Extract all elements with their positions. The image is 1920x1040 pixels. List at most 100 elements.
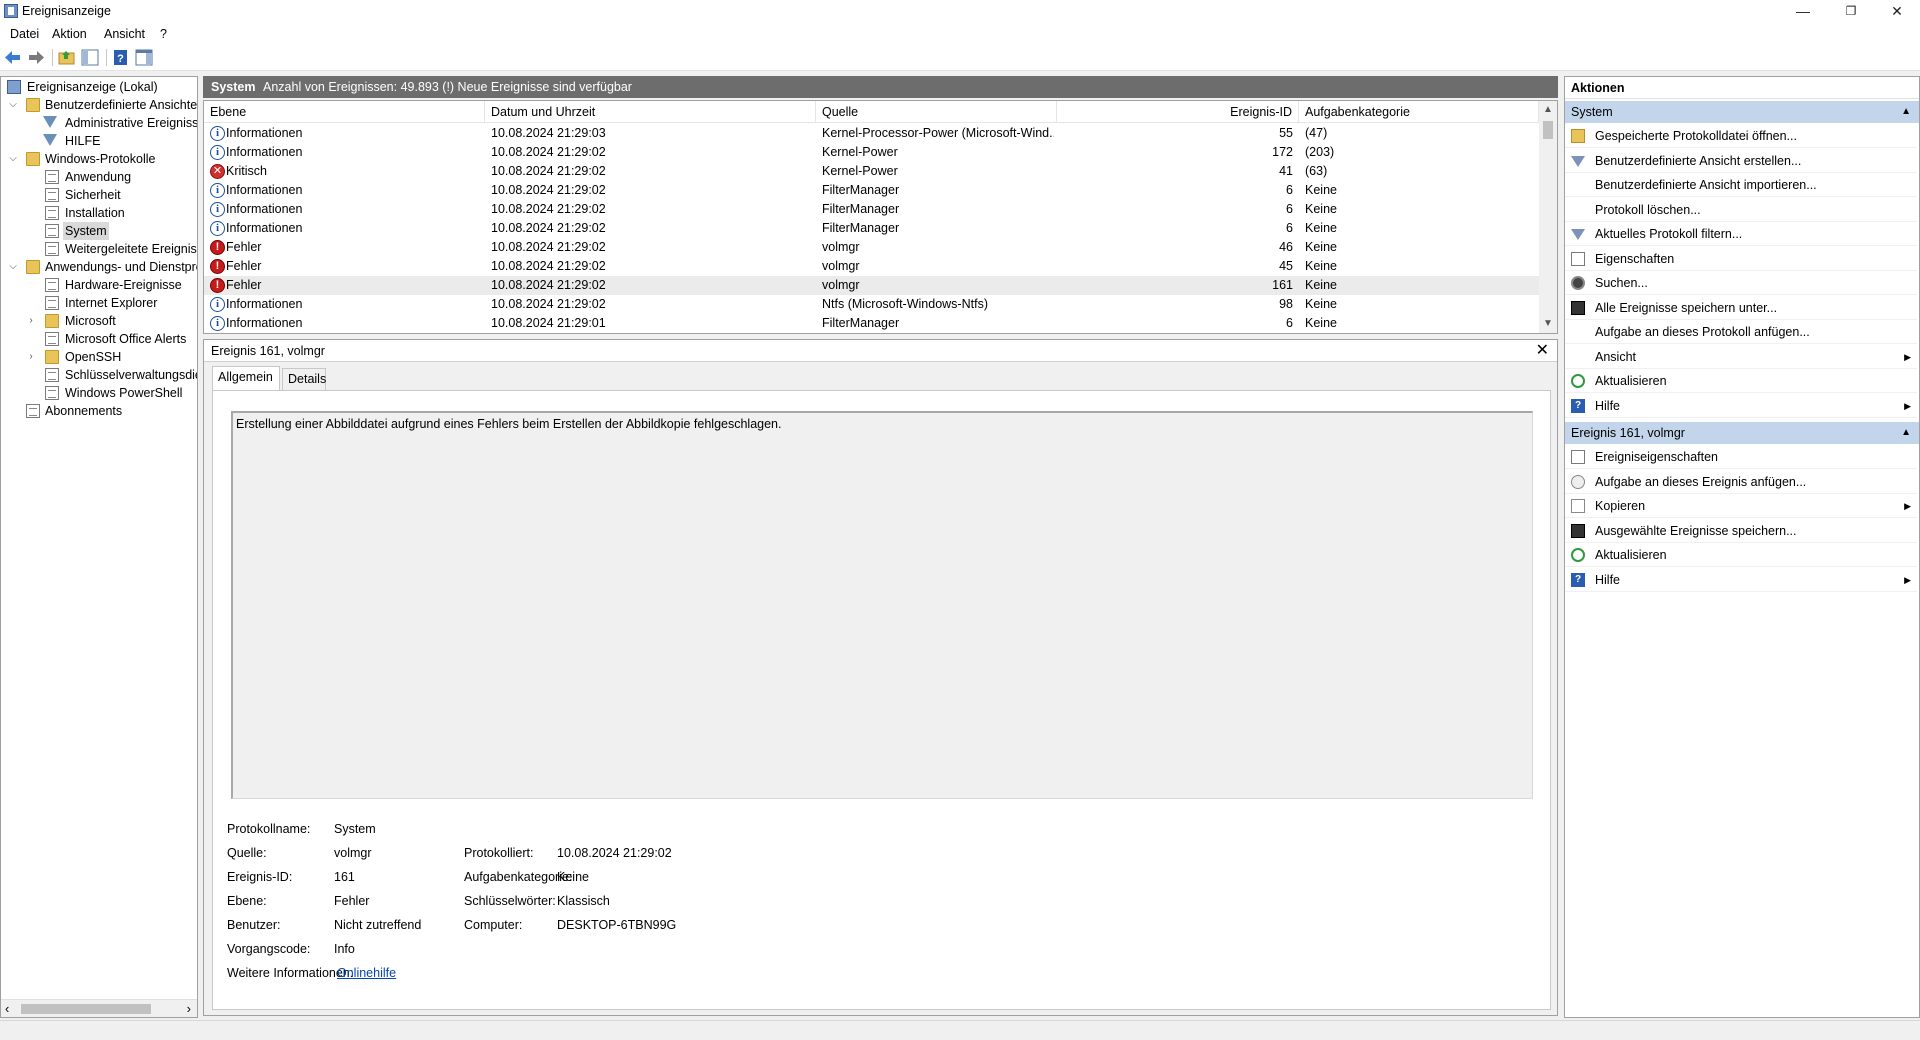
table-row[interactable]: i Informationen 10.08.2024 21:29:02 Ntfs (M… [204,295,1539,314]
action-item[interactable]: Alle Ereignisse speichern unter... [1565,296,1917,320]
action-item[interactable]: ? Hilfe ▶ [1565,568,1917,592]
table-row[interactable]: ✕ Kritisch 10.08.2024 21:29:02 Kernel-Power… [204,162,1539,181]
action-item[interactable]: Benutzerdefinierte Ansicht importieren..… [1565,173,1917,197]
properties-icon [1571,251,1585,266]
cell-date: 10.08.2024 21:29:02 [491,259,606,273]
menu-aktion[interactable]: Aktion [52,27,87,41]
table-row[interactable]: i Informationen 10.08.2024 21:29:02 FilterM… [204,181,1539,200]
tree-horizontal-scrollbar[interactable]: ‹ › [1,999,197,1017]
back-arrow-icon[interactable] [4,49,22,66]
action-item[interactable]: Benutzerdefinierte Ansicht erstellen... [1565,149,1917,173]
status-bar [0,1020,1920,1040]
expanded-chevron-icon[interactable]: ⌵ [7,96,19,114]
action-label: Aufgabe an dieses Protokoll anfügen... [1595,325,1810,339]
table-vertical-scrollbar[interactable]: ▲ ▼ [1539,101,1557,333]
action-item[interactable]: Ansicht ▶ [1565,345,1917,369]
tree-label: System [63,222,109,240]
cell-date: 10.08.2024 21:29:02 [491,145,606,159]
cell-level: Informationen [226,297,303,311]
actions-section-system[interactable]: System ▲ [1565,101,1919,123]
tree-label: Sicherheit [65,188,121,202]
action-item[interactable]: Protokoll löschen... [1565,198,1917,222]
collapsed-chevron-icon[interactable]: › [25,312,37,330]
table-row[interactable]: i Informationen 10.08.2024 21:29:02 FilterM… [204,200,1539,219]
cell-date: 10.08.2024 21:29:01 [491,316,606,330]
help-icon[interactable]: ? [112,49,130,66]
collapse-icon[interactable]: ▲ [1901,101,1911,123]
collapsed-chevron-icon[interactable]: › [25,348,37,366]
table-row[interactable]: i Informationen 10.08.2024 21:29:03 Kernel-… [204,124,1539,143]
column-header-date[interactable]: Datum und Uhrzeit [485,101,816,123]
folder-icon [26,260,40,274]
action-item[interactable]: Aktualisieren [1565,369,1917,393]
actions-section-event[interactable]: Ereignis 161, volmgr ▲ [1565,422,1919,444]
scroll-up-icon[interactable]: ▲ [1539,101,1557,119]
scroll-left-icon[interactable]: ‹ [5,1000,9,1017]
events-table: Ebene Datum und Uhrzeit Quelle Ereignis-… [203,100,1558,334]
table-row[interactable]: i Informationen 10.08.2024 21:29:02 Kernel-… [204,143,1539,162]
menu-ansicht[interactable]: Ansicht [104,27,145,41]
cell-event-id: 6 [1286,316,1293,330]
action-item[interactable]: Gespeicherte Protokolldatei öffnen... [1565,124,1917,148]
scroll-thumb[interactable] [21,1004,151,1014]
cell-date: 10.08.2024 21:29:02 [491,183,606,197]
minimize-button[interactable]: — [1780,0,1826,24]
action-item[interactable]: Aktualisieren [1565,543,1917,567]
scroll-thumb[interactable] [1543,121,1553,139]
title-bar: Ereignisanzeige — ❐ ✕ [0,0,1920,24]
expanded-chevron-icon[interactable]: ⌵ [7,150,19,168]
log-header: System Anzahl von Ereignissen: 49.893 (!… [203,76,1558,98]
action-item[interactable]: Ausgewählte Ereignisse speichern... [1565,519,1917,543]
action-label: Aktualisieren [1595,548,1667,562]
scroll-right-icon[interactable]: › [187,1000,191,1017]
action-item[interactable]: Aktuelles Protokoll filtern... [1565,222,1917,246]
forward-arrow-icon[interactable] [27,49,45,66]
event-description[interactable]: Erstellung einer Abbilddatei aufgrund ei… [231,411,1533,799]
column-header-event-id[interactable]: Ereignis-ID [1057,101,1299,123]
save-icon [1571,523,1585,538]
action-item[interactable]: Ereigniseigenschaften [1565,445,1917,469]
value-logged: 10.08.2024 21:29:02 [557,846,672,860]
label-more-info: Weitere Informationen: [227,966,354,980]
column-header-source[interactable]: Quelle [816,101,1057,123]
action-item[interactable]: Aufgabe an dieses Protokoll anfügen... [1565,320,1917,344]
action-item[interactable]: ? Hilfe ▶ [1565,394,1917,418]
table-row[interactable]: ! Fehler 10.08.2024 21:29:02 volmgr 46 Keine [204,238,1539,257]
action-label: Aktualisieren [1595,374,1667,388]
event-detail-pane: Ereignis 161, volmgr ✕ Allgemein Details… [203,339,1558,1016]
cell-task-category: (63) [1305,164,1328,178]
expanded-chevron-icon[interactable]: ⌵ [7,258,19,276]
action-item[interactable]: Aufgabe an dieses Ereignis anfügen... [1565,470,1917,494]
tree-label: Abonnements [45,404,123,418]
toolbar: ? [0,44,1920,71]
collapse-icon[interactable]: ▲ [1901,422,1911,444]
cell-level: Fehler [226,259,262,273]
show-hide-tree-icon[interactable] [81,49,99,66]
action-item[interactable]: Eigenschaften [1565,247,1917,271]
open-folder-icon[interactable] [58,49,76,66]
scroll-down-icon[interactable]: ▼ [1539,315,1557,333]
show-action-pane-icon[interactable] [135,49,153,66]
table-row[interactable]: i Informationen 10.08.2024 21:29:02 FilterM… [204,219,1539,238]
menu-help[interactable]: ? [160,27,167,41]
information-icon: i [210,183,225,198]
close-button[interactable]: ✕ [1874,0,1920,24]
close-icon[interactable]: ✕ [1536,340,1549,362]
cell-date: 10.08.2024 21:29:02 [491,164,606,178]
cell-level: Kritisch [226,164,267,178]
table-row[interactable]: ! Fehler 10.08.2024 21:29:02 volmgr 161 Keine [204,276,1539,295]
tab-details[interactable]: Details [282,368,326,390]
online-help-link[interactable]: Onlinehilfe [337,966,396,980]
cell-task-category: Keine [1305,316,1337,330]
menu-datei[interactable]: Datei [10,27,39,41]
restore-button[interactable]: ❐ [1828,0,1874,24]
table-row[interactable]: ! Fehler 10.08.2024 21:29:02 volmgr 45 Keine [204,257,1539,276]
column-header-level[interactable]: Ebene [204,101,485,123]
table-row[interactable]: i Informationen 10.08.2024 21:29:01 FilterM… [204,314,1539,333]
tab-general[interactable]: Allgemein [212,366,280,390]
action-label: Benutzerdefinierte Ansicht importieren..… [1595,178,1817,192]
action-item[interactable]: Suchen... [1565,271,1917,295]
action-label: Hilfe [1595,572,1621,587]
column-header-task-category[interactable]: Aufgabenkategorie [1299,101,1539,123]
action-item[interactable]: Kopieren ▶ [1565,494,1917,518]
